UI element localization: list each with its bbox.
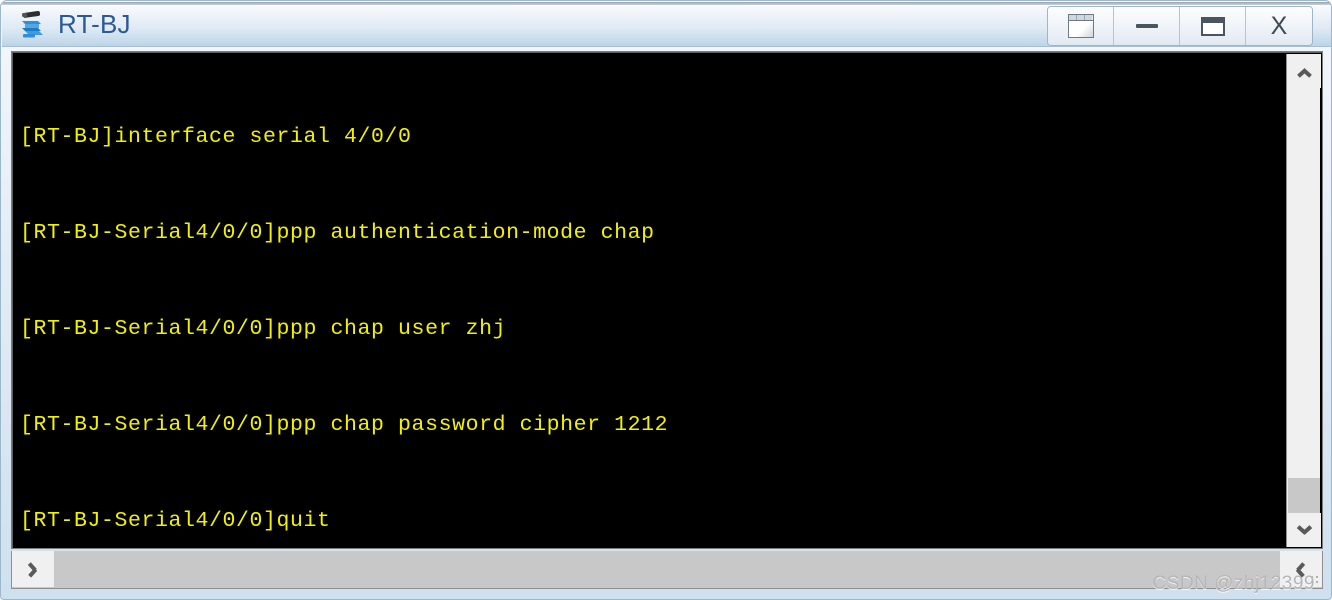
terminal-frame: [RT-BJ]interface serial 4/0/0 [RT-BJ-Ser…	[11, 51, 1323, 549]
terminal-output-area[interactable]: [RT-BJ]interface serial 4/0/0 [RT-BJ-Ser…	[14, 54, 1288, 547]
minimize-icon	[1135, 24, 1158, 28]
title-bar-highlight	[2, 2, 1331, 5]
close-icon: X	[1270, 11, 1288, 40]
terminal-window: RT-BJ X [RT-BJ]interface serial 4/0/0 [R…	[0, 0, 1332, 600]
restore-multi-button[interactable]	[1048, 7, 1114, 45]
chevron-down-icon	[1297, 526, 1312, 535]
terminal-line: [RT-BJ]interface serial 4/0/0	[20, 125, 412, 149]
watermark: CSDN @zhj12399	[1152, 573, 1315, 594]
scroll-down-button[interactable]	[1287, 513, 1321, 547]
window-controls: X	[1047, 6, 1313, 46]
close-button[interactable]: X	[1246, 7, 1312, 45]
router-device-icon	[18, 10, 50, 40]
scroll-left-button[interactable]	[12, 551, 54, 587]
window-title: RT-BJ	[58, 9, 131, 39]
maximize-button[interactable]	[1180, 7, 1246, 45]
chevron-left-icon	[26, 565, 41, 574]
terminal-line: [RT-BJ-Serial4/0/0]ppp authentication-mo…	[20, 221, 655, 245]
horizontal-scroll-thumb[interactable]	[55, 551, 1210, 587]
title-bar[interactable]: RT-BJ X	[2, 2, 1331, 47]
vertical-scrollbar[interactable]	[1286, 54, 1321, 547]
vertical-scroll-thumb[interactable]	[1288, 478, 1320, 514]
maximize-icon	[1200, 16, 1225, 36]
terminal-text: [RT-BJ]interface serial 4/0/0 [RT-BJ-Ser…	[20, 57, 1100, 547]
chevron-up-icon	[1297, 67, 1312, 76]
terminal-line: [RT-BJ-Serial4/0/0]ppp chap password cip…	[20, 413, 669, 437]
terminal-line: [RT-BJ-Serial4/0/0]ppp chap user zhj	[20, 317, 507, 341]
minimize-button[interactable]	[1114, 7, 1180, 45]
scroll-up-button[interactable]	[1287, 54, 1321, 88]
restore-multi-icon	[1067, 14, 1094, 38]
horizontal-scrollbar[interactable]	[11, 551, 1323, 589]
terminal-line: [RT-BJ-Serial4/0/0]quit	[20, 509, 331, 533]
